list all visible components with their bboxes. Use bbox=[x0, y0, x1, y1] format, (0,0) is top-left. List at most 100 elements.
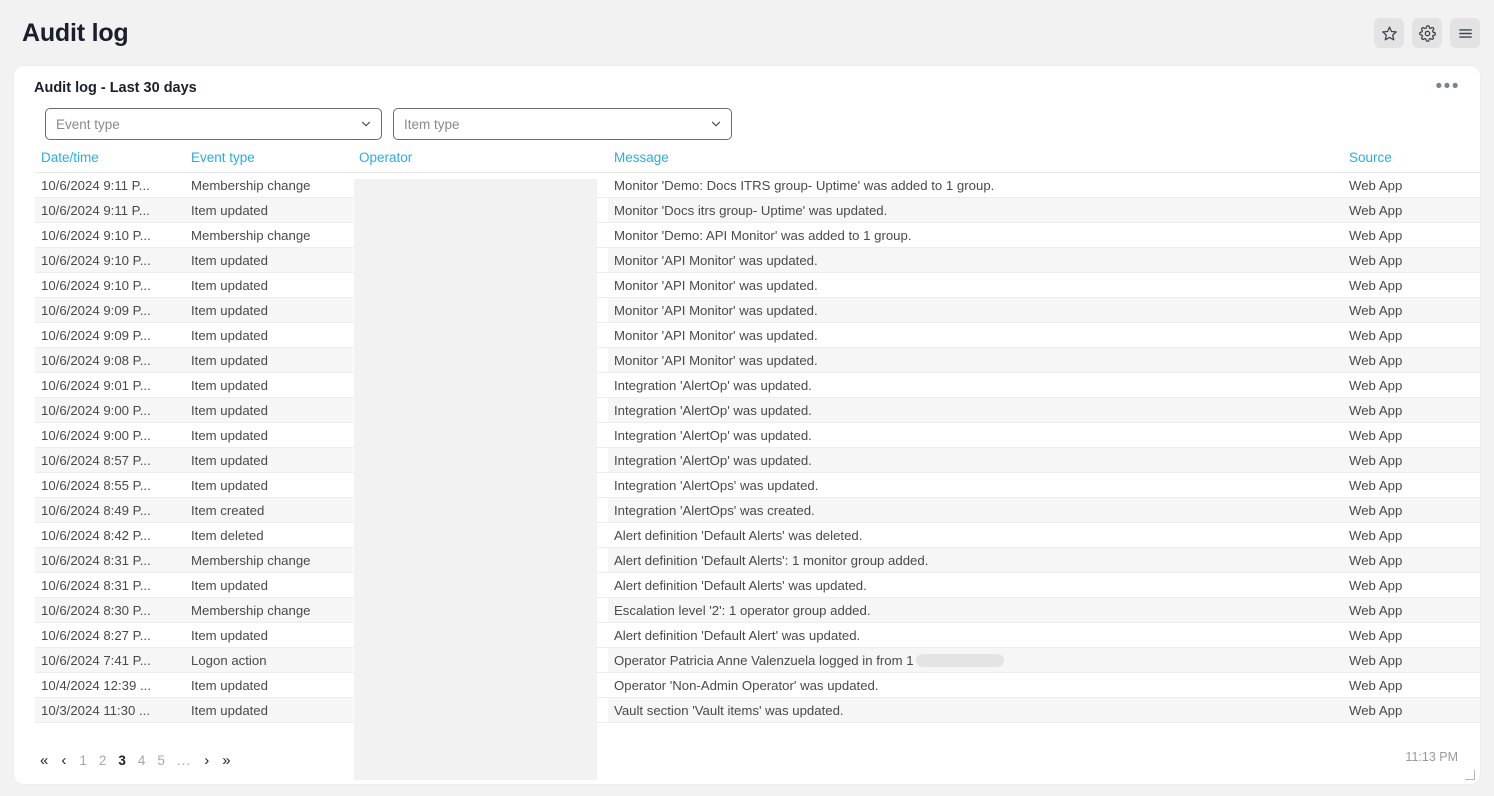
column-header-datetime[interactable]: Date/time bbox=[35, 150, 185, 173]
cell-event-type: Item updated bbox=[185, 297, 353, 323]
cell-message: Monitor 'Demo: Docs ITRS group- Uptime' … bbox=[608, 172, 1343, 198]
table-row[interactable]: 10/6/2024 9:08 P... Item updated Monitor '… bbox=[35, 347, 1480, 373]
cell-source: Web App bbox=[1343, 322, 1480, 348]
cell-message: Escalation level '2': 1 operator group a… bbox=[608, 597, 1343, 623]
cell-operator bbox=[353, 197, 608, 223]
cell-event-type: Item updated bbox=[185, 622, 353, 648]
cell-message: Integration 'AlertOp' was updated. bbox=[608, 397, 1343, 423]
cell-operator bbox=[353, 422, 608, 448]
table-row[interactable]: 10/4/2024 12:39 ... Item updated Operator … bbox=[35, 672, 1480, 698]
cell-source: Web App bbox=[1343, 672, 1480, 698]
ip-address-redaction bbox=[915, 653, 1004, 667]
cell-message: Monitor 'API Monitor' was updated. bbox=[608, 322, 1343, 348]
cell-event-type: Item updated bbox=[185, 197, 353, 223]
cell-datetime: 10/6/2024 9:09 P... bbox=[35, 297, 185, 323]
filter-bar: Event type Item type bbox=[14, 96, 1480, 140]
pagination-prev[interactable]: ‹ bbox=[56, 750, 71, 771]
pagination-page-1[interactable]: 1 bbox=[75, 751, 91, 770]
cell-event-type: Membership change bbox=[185, 547, 353, 573]
cell-operator bbox=[353, 347, 608, 373]
cell-source: Web App bbox=[1343, 572, 1480, 598]
table-row[interactable]: 10/6/2024 8:42 P... Item deleted Alert def… bbox=[35, 522, 1480, 548]
table-row[interactable]: 10/6/2024 8:31 P... Item updated Alert def… bbox=[35, 572, 1480, 598]
cell-event-type: Membership change bbox=[185, 172, 353, 198]
cell-source: Web App bbox=[1343, 372, 1480, 398]
cell-message: Monitor 'API Monitor' was updated. bbox=[608, 347, 1343, 373]
table-row[interactable]: 10/6/2024 8:55 P... Item updated Integrati… bbox=[35, 472, 1480, 498]
menu-button[interactable] bbox=[1450, 18, 1480, 48]
star-icon bbox=[1381, 25, 1398, 42]
table-row[interactable]: 10/6/2024 8:57 P... Item updated Integrati… bbox=[35, 447, 1480, 473]
cell-datetime: 10/6/2024 9:08 P... bbox=[35, 347, 185, 373]
table-row[interactable]: 10/6/2024 9:00 P... Item updated Integrati… bbox=[35, 397, 1480, 423]
pagination-last[interactable]: » bbox=[218, 750, 234, 771]
table-row[interactable]: 10/6/2024 9:09 P... Item updated Monitor '… bbox=[35, 297, 1480, 323]
cell-datetime: 10/6/2024 8:42 P... bbox=[35, 522, 185, 548]
pagination-page-2[interactable]: 2 bbox=[95, 751, 111, 770]
column-header-operator[interactable]: Operator bbox=[353, 150, 608, 173]
table-row[interactable]: 10/6/2024 9:11 P... Membership change Moni… bbox=[35, 172, 1480, 198]
table-row[interactable]: 10/6/2024 9:10 P... Item updated Monitor '… bbox=[35, 247, 1480, 273]
top-bar-actions bbox=[1374, 18, 1480, 48]
table-row[interactable]: 10/6/2024 9:10 P... Membership change Moni… bbox=[35, 222, 1480, 248]
table-header: Date/time Event type Operator Message So… bbox=[35, 150, 1480, 173]
pagination-page-4[interactable]: 4 bbox=[134, 751, 150, 770]
column-header-message[interactable]: Message bbox=[608, 150, 1343, 173]
favorite-button[interactable] bbox=[1374, 18, 1404, 48]
hamburger-icon bbox=[1457, 25, 1474, 42]
cell-datetime: 10/3/2024 11:30 ... bbox=[35, 697, 185, 723]
table-row[interactable]: 10/6/2024 8:30 P... Membership change Esca… bbox=[35, 597, 1480, 623]
cell-source: Web App bbox=[1343, 547, 1480, 573]
table-row[interactable]: 10/6/2024 7:41 P... Logon action Operator … bbox=[35, 647, 1480, 673]
cell-event-type: Membership change bbox=[185, 597, 353, 623]
cell-operator bbox=[353, 397, 608, 423]
pagination-first[interactable]: « bbox=[36, 750, 52, 771]
cell-operator bbox=[353, 372, 608, 398]
cell-message: Monitor 'API Monitor' was updated. bbox=[608, 247, 1343, 273]
table-row[interactable]: 10/6/2024 9:01 P... Item updated Integrati… bbox=[35, 372, 1480, 398]
column-header-event-type[interactable]: Event type bbox=[185, 150, 353, 173]
cell-event-type: Item updated bbox=[185, 272, 353, 298]
table-row[interactable]: 10/6/2024 8:49 P... Item created Integrati… bbox=[35, 497, 1480, 523]
table-row[interactable]: 10/6/2024 9:11 P... Item updated Monitor '… bbox=[35, 197, 1480, 223]
card-overflow-menu-button[interactable]: ••• bbox=[1432, 77, 1464, 96]
cell-source: Web App bbox=[1343, 222, 1480, 248]
settings-button[interactable] bbox=[1412, 18, 1442, 48]
cell-datetime: 10/6/2024 9:00 P... bbox=[35, 422, 185, 448]
cell-datetime: 10/6/2024 7:41 P... bbox=[35, 647, 185, 673]
table-row[interactable]: 10/6/2024 9:09 P... Item updated Monitor '… bbox=[35, 322, 1480, 348]
table-row[interactable]: 10/6/2024 8:31 P... Membership change Aler… bbox=[35, 547, 1480, 573]
event-type-select-value[interactable]: Event type bbox=[45, 108, 382, 140]
cell-message: Alert definition 'Default Alert' was upd… bbox=[608, 622, 1343, 648]
cell-source: Web App bbox=[1343, 172, 1480, 198]
cell-event-type: Item updated bbox=[185, 347, 353, 373]
cell-datetime: 10/6/2024 8:31 P... bbox=[35, 572, 185, 598]
table-row[interactable]: 10/6/2024 9:00 P... Item updated Integrati… bbox=[35, 422, 1480, 448]
table-header-row: Date/time Event type Operator Message So… bbox=[35, 150, 1480, 173]
cell-message: Monitor 'Docs itrs group- Uptime' was up… bbox=[608, 197, 1343, 223]
pagination-page-5[interactable]: 5 bbox=[153, 751, 169, 770]
cell-source: Web App bbox=[1343, 647, 1480, 673]
table-row[interactable]: 10/3/2024 11:30 ... Item updated Vault sec… bbox=[35, 697, 1480, 723]
cell-source: Web App bbox=[1343, 397, 1480, 423]
item-type-filter[interactable]: Item type bbox=[393, 108, 732, 140]
cell-operator bbox=[353, 647, 608, 673]
cell-operator bbox=[353, 522, 608, 548]
pagination-next[interactable]: › bbox=[199, 750, 214, 771]
cell-datetime: 10/6/2024 8:57 P... bbox=[35, 447, 185, 473]
cell-event-type: Item updated bbox=[185, 397, 353, 423]
resize-handle[interactable] bbox=[1465, 770, 1475, 780]
cell-event-type: Item updated bbox=[185, 672, 353, 698]
table-row[interactable]: 10/6/2024 9:10 P... Item updated Monitor '… bbox=[35, 272, 1480, 298]
event-type-filter[interactable]: Event type bbox=[45, 108, 382, 140]
table-body: 10/6/2024 9:11 P... Membership change Moni… bbox=[35, 172, 1480, 723]
cell-message: Alert definition 'Default Alerts' was de… bbox=[608, 522, 1343, 548]
cell-source: Web App bbox=[1343, 422, 1480, 448]
cell-source: Web App bbox=[1343, 247, 1480, 273]
item-type-select-value[interactable]: Item type bbox=[393, 108, 732, 140]
cell-message: Operator Patricia Anne Valenzuela logged… bbox=[608, 647, 1343, 673]
table-row[interactable]: 10/6/2024 8:27 P... Item updated Alert def… bbox=[35, 622, 1480, 648]
column-header-source[interactable]: Source bbox=[1343, 150, 1480, 173]
pagination-page-3[interactable]: 3 bbox=[114, 751, 130, 770]
audit-log-table: Date/time Event type Operator Message So… bbox=[35, 150, 1480, 723]
